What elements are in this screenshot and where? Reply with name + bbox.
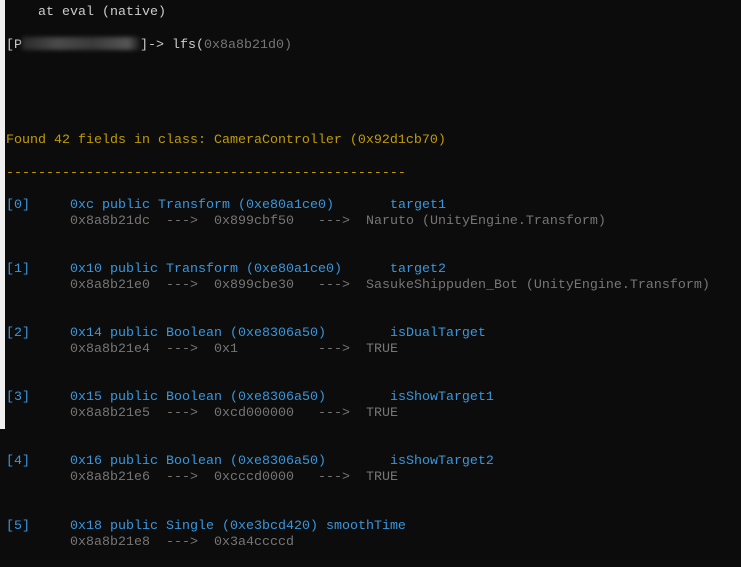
field-index: [5] <box>6 518 30 534</box>
field-pointer: 0x3a4ccccd <box>213 534 294 550</box>
field-declaration: 0xc public Transform (0xe80a1ce0) <box>70 197 334 213</box>
field-address: 0x8a8b21e8 <box>70 534 150 550</box>
field-declaration: 0x10 public Transform (0xe80a1ce0) <box>70 261 342 277</box>
field-address: 0x8a8b21e5 <box>70 406 150 422</box>
field-pointer: 0xcd000000 <box>213 406 294 422</box>
field-address: 0x8a8b21e0 <box>70 277 150 293</box>
field-name: isShowTarget2 <box>389 454 494 470</box>
prompt-line: [P ]-> lfs(0x8a8b21d0) <box>6 37 710 53</box>
arrow: ---> <box>165 534 198 550</box>
field-pointer: 0x1 <box>213 342 294 358</box>
field-value: TRUE <box>365 470 398 486</box>
field-value: TRUE <box>365 406 398 422</box>
field-entry: [0] 0xc public Transform (0xe80a1ce0) ta… <box>6 198 710 262</box>
field-declaration: 0x16 public Boolean (0xe8306a50) <box>70 454 326 470</box>
result-header: Found 42 fields in class: CameraControll… <box>6 133 446 149</box>
redacted-region <box>22 37 140 51</box>
separator: ----------------------------------------… <box>6 165 406 181</box>
arrow: ---> <box>165 342 198 358</box>
field-value: SasukeShippuden_Bot (UnityEngine.Transfo… <box>365 277 710 293</box>
terminal-output: at eval (native) [P ]-> lfs(0x8a8b21d0) F… <box>6 0 710 567</box>
field-declaration: 0x15 public Boolean (0xe8306a50) <box>70 390 326 406</box>
arrow: ---> <box>317 406 350 422</box>
prompt-arrow: ]-> <box>140 38 172 54</box>
arrow: ---> <box>317 470 350 486</box>
field-entry: [5] 0x18 public Single (0xe3bcd420) smoo… <box>6 519 710 551</box>
field-address: 0x8a8b21e6 <box>70 470 150 486</box>
field-value: Naruto (UnityEngine.Transform) <box>365 213 606 229</box>
arrow: ---> <box>165 406 198 422</box>
prompt-prefix: [P <box>6 38 22 54</box>
command-arg: 0x8a8b21d0) <box>204 38 292 54</box>
field-value: TRUE <box>365 342 398 358</box>
field-index: [4] <box>6 454 30 470</box>
field-pointer: 0x899cbe30 <box>213 277 294 293</box>
arrow: ---> <box>317 342 350 358</box>
command-text: lfs( <box>172 38 204 54</box>
arrow: ---> <box>165 213 198 229</box>
field-name: isShowTarget1 <box>389 390 494 406</box>
arrow: ---> <box>317 213 350 229</box>
field-name: isDualTarget <box>389 325 486 341</box>
field-index: [3] <box>6 390 30 406</box>
field-name: smoothTime <box>325 518 406 534</box>
field-name: target2 <box>389 261 446 277</box>
window-left-edge <box>0 0 5 429</box>
field-pointer: 0xcccd0000 <box>213 470 294 486</box>
field-index: [2] <box>6 325 30 341</box>
field-entry: [2] 0x14 public Boolean (0xe8306a50) isD… <box>6 326 710 390</box>
arrow: ---> <box>165 470 198 486</box>
field-entry: [3] 0x15 public Boolean (0xe8306a50) isS… <box>6 390 710 454</box>
field-declaration: 0x14 public Boolean (0xe8306a50) <box>70 325 326 341</box>
field-address: 0x8a8b21dc <box>70 213 150 229</box>
field-declaration: 0x18 public Single (0xe3bcd420) <box>70 518 318 534</box>
field-index: [1] <box>6 261 30 277</box>
field-entry: [4] 0x16 public Boolean (0xe8306a50) isS… <box>6 454 710 518</box>
field-name: target1 <box>389 197 446 213</box>
arrow: ---> <box>317 277 350 293</box>
arrow: ---> <box>165 277 198 293</box>
field-entry: [1] 0x10 public Transform (0xe80a1ce0) t… <box>6 262 710 326</box>
previous-output-line: at eval (native) <box>6 5 166 21</box>
field-address: 0x8a8b21e4 <box>70 342 150 358</box>
field-index: [0] <box>6 197 30 213</box>
field-pointer: 0x899cbf50 <box>213 213 294 229</box>
